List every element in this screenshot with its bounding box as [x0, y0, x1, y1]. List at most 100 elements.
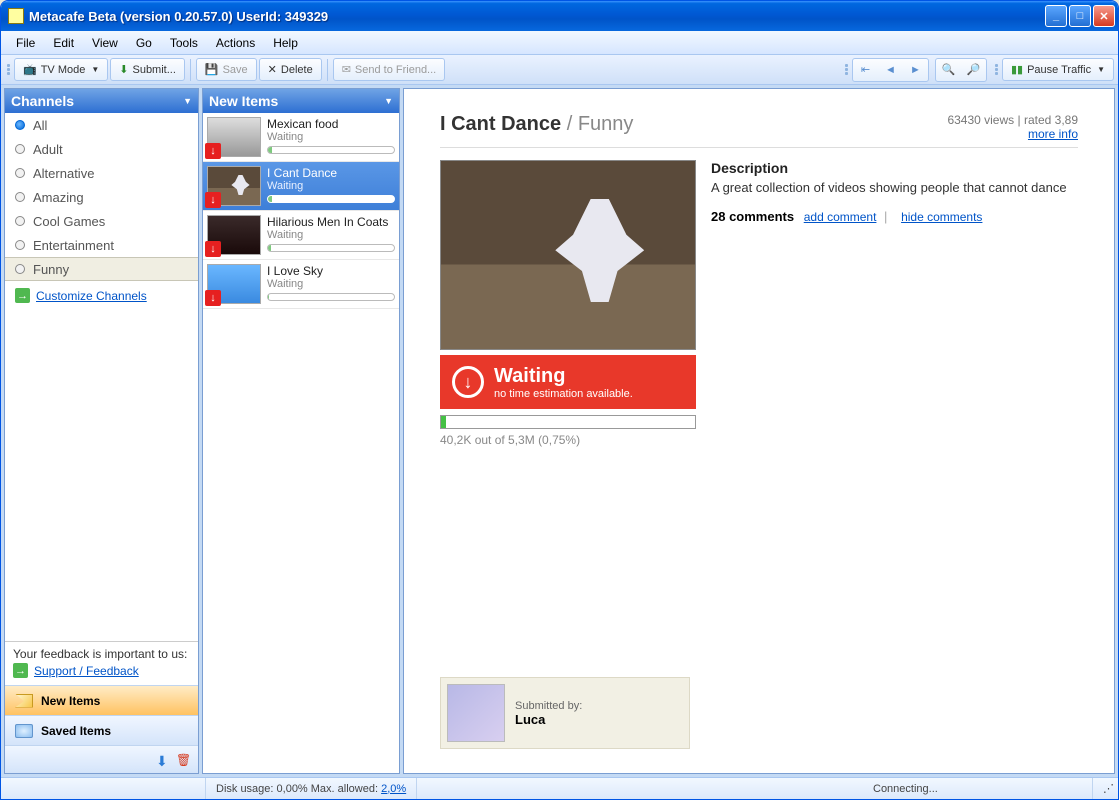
- item-title: I Love Sky: [267, 264, 395, 278]
- new-items-title: New Items: [209, 93, 278, 109]
- zoom-in-button[interactable]: 🔍: [936, 59, 961, 81]
- nav-first-button[interactable]: ⇤: [853, 59, 878, 81]
- disk-max-link[interactable]: 2,0%: [381, 783, 406, 795]
- list-item[interactable]: ↓ Mexican food Waiting: [203, 113, 399, 162]
- download-badge-icon: ↓: [205, 192, 221, 208]
- item-title: I Cant Dance: [267, 166, 395, 180]
- detail-pane: I Cant Dance / Funny 63430 views | rated…: [403, 88, 1115, 774]
- radio-icon: [15, 168, 25, 178]
- menu-view[interactable]: View: [83, 33, 127, 53]
- app-icon: [8, 8, 24, 24]
- item-status: Waiting: [267, 131, 395, 143]
- channels-title: Channels: [11, 93, 74, 109]
- radio-icon: [15, 240, 25, 250]
- trash-icon[interactable]: 🗑: [176, 753, 190, 767]
- chevron-down-icon: ▼: [183, 96, 192, 106]
- menubar: File Edit View Go Tools Actions Help: [1, 31, 1118, 55]
- download-icon[interactable]: ⬇: [156, 753, 170, 767]
- channel-cool-games[interactable]: Cool Games: [5, 209, 198, 233]
- radio-on-icon: [15, 120, 25, 130]
- delete-icon: ✕: [268, 63, 277, 76]
- list-item[interactable]: ↓ I Love Sky Waiting: [203, 260, 399, 309]
- comments-count: 28 comments: [711, 209, 794, 224]
- radio-icon: [15, 264, 25, 274]
- close-button[interactable]: ✕: [1093, 5, 1115, 27]
- new-items-pane: New Items ▼ ↓ Mexican food Waiting ↓: [202, 88, 400, 774]
- menu-actions[interactable]: Actions: [207, 33, 264, 53]
- mail-icon: ✉: [342, 63, 351, 76]
- channels-header[interactable]: Channels ▼: [5, 89, 198, 113]
- item-status: Waiting: [267, 180, 395, 192]
- channels-pane: Channels ▼ All Adult Alternative Amazing…: [4, 88, 199, 774]
- description-heading: Description: [711, 160, 1078, 176]
- video-preview[interactable]: [440, 160, 696, 350]
- saved-items-category[interactable]: Saved Items: [5, 715, 198, 745]
- channel-all[interactable]: All: [5, 113, 198, 137]
- list-item[interactable]: ↓ I Cant Dance Waiting: [203, 162, 399, 211]
- submitted-by-label: Submitted by:: [515, 700, 582, 712]
- item-title: Hilarious Men In Coats: [267, 215, 395, 229]
- menu-edit[interactable]: Edit: [44, 33, 83, 53]
- item-progress: [267, 244, 395, 252]
- disk-icon: 💾: [205, 63, 219, 76]
- delete-button[interactable]: ✕Delete: [259, 58, 322, 81]
- item-list: ↓ Mexican food Waiting ↓ I Cant Dance Wa…: [203, 113, 399, 309]
- disk-icon: [15, 724, 33, 738]
- menu-go[interactable]: Go: [127, 33, 161, 53]
- channel-amazing[interactable]: Amazing: [5, 185, 198, 209]
- disk-usage: Disk usage: 0,00% Max. allowed: 2,0%: [206, 778, 417, 799]
- hide-comments-link[interactable]: hide comments: [901, 210, 982, 224]
- channel-entertainment[interactable]: Entertainment: [5, 233, 198, 257]
- download-status: ↓ Waiting no time estimation available.: [440, 355, 696, 409]
- add-comment-link[interactable]: add comment: [804, 210, 877, 224]
- download-progress-bar: [440, 415, 696, 429]
- status-heading: Waiting: [494, 365, 633, 388]
- tv-icon: 📺: [23, 63, 37, 76]
- toolbar: 📺TV Mode▼ ⬇Submit... 💾Save ✕Delete ✉Send…: [1, 55, 1118, 85]
- feedback-prompt: Your feedback is important to us:: [13, 647, 190, 661]
- item-status: Waiting: [267, 229, 395, 241]
- resize-grip-icon[interactable]: ⋰: [1093, 778, 1118, 799]
- download-arrow-icon: ↓: [452, 366, 484, 398]
- download-badge-icon: ↓: [205, 290, 221, 306]
- pause-icon: ▮▮: [1011, 63, 1023, 76]
- menu-tools[interactable]: Tools: [161, 33, 207, 53]
- item-title: Mexican food: [267, 117, 395, 131]
- detail-title: I Cant Dance / Funny: [440, 113, 633, 136]
- menu-help[interactable]: Help: [264, 33, 307, 53]
- detail-meta: 63430 views | rated 3,89 more info: [947, 113, 1078, 141]
- channel-funny[interactable]: Funny: [5, 257, 198, 281]
- channel-alternative[interactable]: Alternative: [5, 161, 198, 185]
- feedback-link[interactable]: →Support / Feedback: [13, 661, 190, 680]
- download-badge-icon: ↓: [205, 241, 221, 257]
- submitter-name: Luca: [515, 712, 582, 727]
- item-progress: [267, 293, 395, 301]
- download-progress-text: 40,2K out of 5,3M (0,75%): [440, 433, 696, 447]
- channels-list: All Adult Alternative Amazing Cool Games…: [5, 113, 198, 641]
- send-friend-button[interactable]: ✉Send to Friend...: [333, 58, 446, 81]
- nav-prev-button[interactable]: ◄: [878, 59, 903, 81]
- more-info-link[interactable]: more info: [1028, 127, 1078, 141]
- channel-adult[interactable]: Adult: [5, 137, 198, 161]
- arrow-right-icon: →: [13, 663, 28, 678]
- arrow-right-icon: →: [15, 288, 30, 303]
- grip-icon: [995, 64, 998, 75]
- submit-button[interactable]: ⬇Submit...: [110, 58, 185, 81]
- customize-channels[interactable]: →Customize Channels: [5, 281, 198, 310]
- nav-next-button[interactable]: ►: [903, 59, 928, 81]
- maximize-button[interactable]: □: [1069, 5, 1091, 27]
- zoom-out-button[interactable]: 🔎: [961, 59, 986, 81]
- download-icon: ⬇: [119, 63, 128, 76]
- minimize-button[interactable]: _: [1045, 5, 1067, 27]
- tv-mode-button[interactable]: 📺TV Mode▼: [14, 58, 108, 81]
- pause-traffic-button[interactable]: ▮▮Pause Traffic▼: [1002, 58, 1114, 81]
- list-item[interactable]: ↓ Hilarious Men In Coats Waiting: [203, 211, 399, 260]
- new-items-category[interactable]: New Items: [5, 685, 198, 715]
- save-button[interactable]: 💾Save: [196, 58, 257, 81]
- new-items-header[interactable]: New Items ▼: [203, 89, 399, 113]
- grip-icon: [7, 64, 10, 75]
- radio-icon: [15, 144, 25, 154]
- menu-file[interactable]: File: [7, 33, 44, 53]
- envelope-icon: [15, 694, 33, 708]
- radio-icon: [15, 192, 25, 202]
